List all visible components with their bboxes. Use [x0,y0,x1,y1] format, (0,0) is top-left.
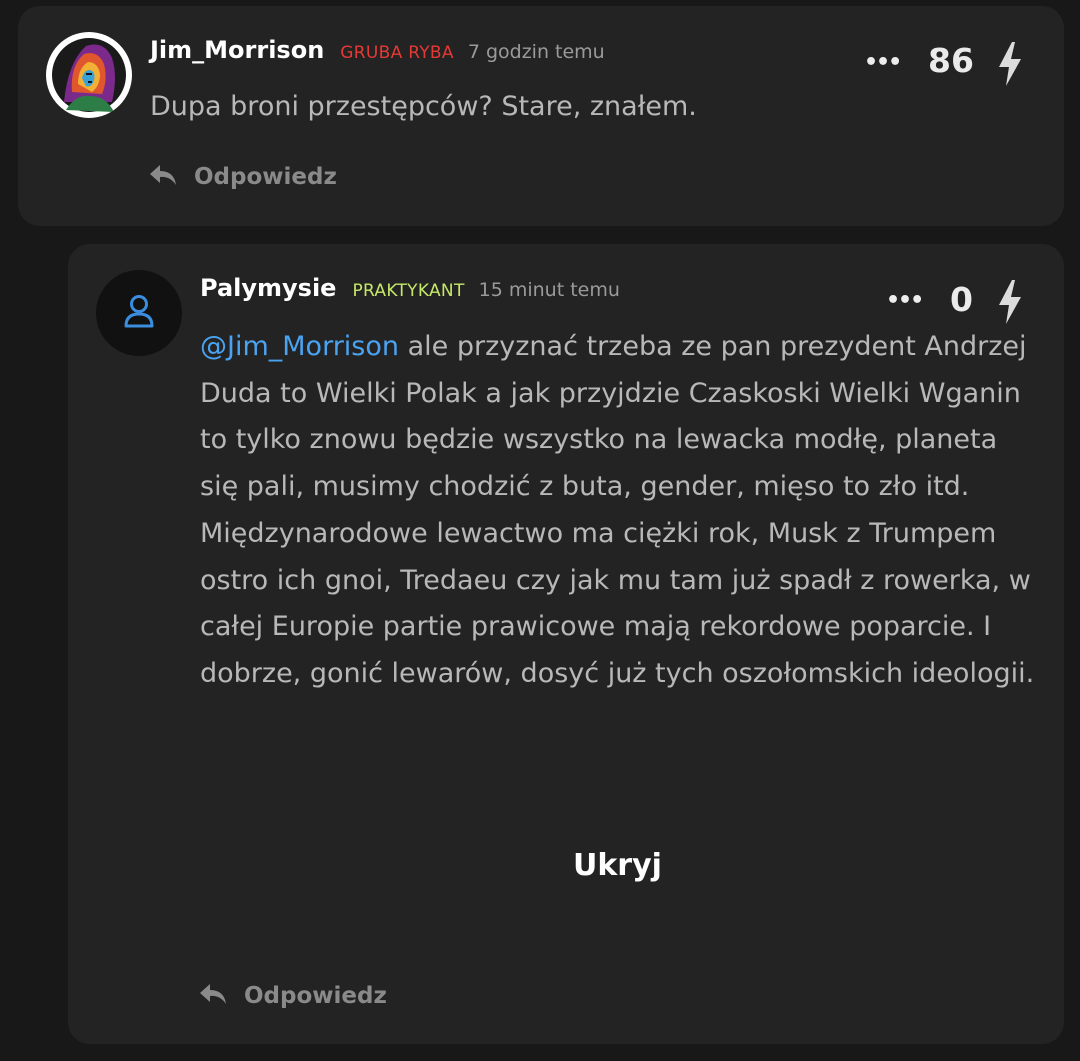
timestamp: 7 godzin temu [467,41,605,63]
comment-card-reply: Palymysie PRAKTYKANT 15 minut temu @Jim_… [68,244,1064,1044]
comment-body: ale przyznać trzeba ze pan prezydent And… [200,331,1035,689]
lightning-icon[interactable] [996,278,1024,330]
user-icon [121,293,157,333]
hide-button[interactable]: Ukryj [573,848,662,883]
lightning-icon[interactable] [996,40,1024,92]
vote-score: 0 [950,280,973,319]
more-options-button[interactable]: ••• [864,50,902,75]
timestamp: 15 minut temu [478,279,620,301]
reply-arrow-icon [148,163,178,191]
vote-score: 86 [928,41,974,80]
comment-meta: Palymysie PRAKTYKANT 15 minut temu [200,274,620,302]
reply-arrow-icon [198,982,228,1010]
avatar[interactable] [46,32,132,118]
username[interactable]: Jim_Morrison [150,36,324,64]
rank-badge: GRUBA RYBA [340,43,454,63]
more-options-button[interactable]: ••• [886,288,924,313]
username[interactable]: Palymysie [200,274,336,302]
comment-card: Jim_Morrison GRUBA RYBA 7 godzin temu Du… [18,6,1064,226]
comment-text: Dupa broni przestępców? Stare, znałem. [150,91,697,122]
comment-text: @Jim_Morrison ale przyznać trzeba ze pan… [200,324,1036,698]
reply-label: Odpowiedz [194,164,337,190]
comment-meta: Jim_Morrison GRUBA RYBA 7 godzin temu [150,36,605,64]
reply-button[interactable]: Odpowiedz [198,982,387,1010]
reply-label: Odpowiedz [244,983,387,1009]
avatar[interactable] [96,270,182,356]
user-mention-link[interactable]: @Jim_Morrison [200,331,399,362]
rank-badge: PRAKTYKANT [352,281,465,301]
reply-button[interactable]: Odpowiedz [148,163,337,191]
